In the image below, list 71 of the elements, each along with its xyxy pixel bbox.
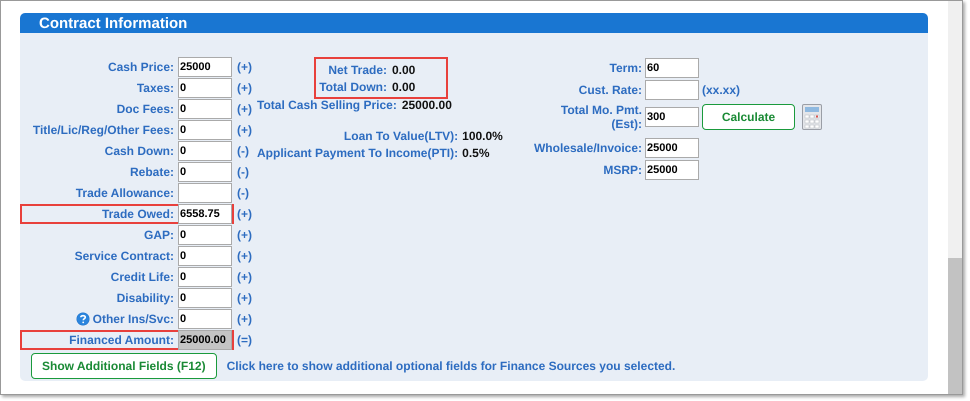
field-label: Total Mo. Pmt. (Est): <box>560 103 642 131</box>
scrollbar-thumb[interactable] <box>948 258 962 394</box>
sign-label: (+) <box>237 60 252 74</box>
input-field[interactable]: 0 <box>178 309 232 329</box>
input-field[interactable]: 0 <box>178 120 232 140</box>
field-label: Cash Price: <box>108 60 174 74</box>
summary-label: Total Cash Selling Price: <box>257 98 397 112</box>
sign-label: (+) <box>237 123 252 137</box>
sign-label: (-) <box>237 186 249 200</box>
field-label: Cash Down: <box>104 144 174 158</box>
readonly-field[interactable]: 25000.00 <box>178 330 232 350</box>
input-field[interactable]: 0 <box>178 288 232 308</box>
sign-label: (+) <box>237 270 252 284</box>
ratio-value: 0.5% <box>462 146 490 160</box>
field-label: Wholesale/Invoice: <box>534 140 642 154</box>
sign-label: (+) <box>237 102 252 116</box>
field-label: Service Contract: <box>74 249 174 263</box>
field-label: Trade Allowance: <box>76 186 174 200</box>
field-label: Disability: <box>116 291 174 305</box>
ratio-label: Applicant Payment To Income(PTI): <box>257 146 458 160</box>
input-field[interactable] <box>178 183 232 203</box>
sign-label: (+) <box>237 312 252 326</box>
field-label: Title/Lic/Reg/Other Fees: <box>32 123 174 137</box>
field-label: Cust. Rate: <box>578 82 642 96</box>
calculator-icon[interactable] <box>802 104 822 130</box>
input-field[interactable]: 25000 <box>645 160 699 180</box>
summary-label: Net Trade: <box>327 62 387 76</box>
hint-text: Click here to show additional optional fields for Finance Sources you selected. <box>226 359 676 373</box>
scrollbar[interactable] <box>948 1 962 394</box>
field-label: Other Ins/Svc: <box>92 312 174 326</box>
input-field[interactable]: 0 <box>178 141 232 161</box>
input-field[interactable]: 25000 <box>178 57 232 77</box>
input-field[interactable]: 0 <box>178 246 232 266</box>
panel-title: Contract Information <box>39 14 188 32</box>
sign-label: (+) <box>237 207 252 221</box>
field-label: GAP: <box>144 228 174 242</box>
field-label: Doc Fees: <box>116 102 174 116</box>
field-label: Taxes: <box>136 81 174 95</box>
summary-value: 25000.00 <box>402 98 452 112</box>
input-field[interactable]: 0 <box>178 78 232 98</box>
input-field[interactable]: 0 <box>178 225 232 245</box>
field-label: Rebate: <box>130 165 174 179</box>
field-label: Term: <box>610 60 642 74</box>
format-hint: (xx.xx) <box>702 82 740 96</box>
field-label: Financed Amount: <box>69 333 174 347</box>
field-label: MSRP: <box>603 162 642 176</box>
summary-value: 0.00 <box>392 62 416 76</box>
sign-label: (-) <box>237 165 249 179</box>
ratio-value: 100.0% <box>462 129 503 143</box>
input-field[interactable]: 0 <box>178 162 232 182</box>
field-label: Credit Life: <box>110 270 174 284</box>
field-label: Trade Owed: <box>102 207 174 221</box>
sign-label: (+) <box>237 81 252 95</box>
input-field[interactable]: 60 <box>645 58 699 78</box>
calculate-button[interactable]: Calculate <box>702 104 795 130</box>
input-field[interactable]: 0 <box>178 99 232 119</box>
sign-label: (+) <box>237 228 252 242</box>
input-field[interactable]: 0 <box>178 267 232 287</box>
sign-label: (+) <box>237 249 252 263</box>
input-field[interactable]: 25000 <box>645 138 699 158</box>
help-icon[interactable] <box>76 312 90 326</box>
sign-label: (-) <box>237 144 249 158</box>
sign-label: (+) <box>237 291 252 305</box>
input-field[interactable]: 300 <box>645 107 699 127</box>
input-field[interactable] <box>645 80 699 100</box>
show-fields-button[interactable]: Show Additional Fields (F12) <box>31 353 217 379</box>
ratio-label: Loan To Value(LTV): <box>342 129 458 143</box>
summary-label: Total Down: <box>318 80 387 94</box>
input-field[interactable]: 6558.75 <box>178 204 232 224</box>
summary-value: 0.00 <box>392 80 416 94</box>
sign-label: (=) <box>237 333 252 347</box>
